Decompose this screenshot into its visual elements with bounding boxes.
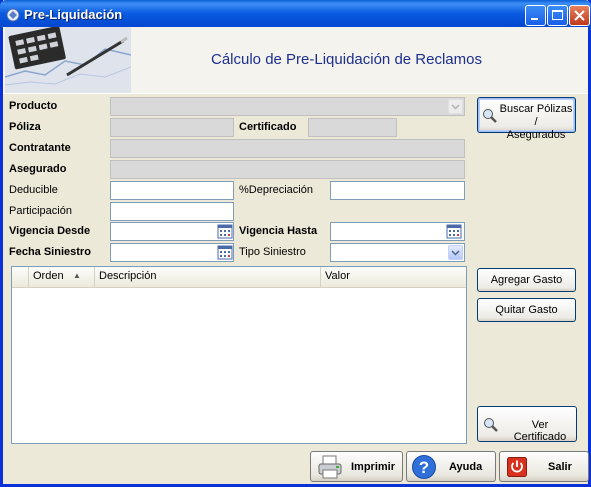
ayuda-button[interactable]: ? Ayuda [406,451,496,482]
vigencia-hasta-label: Vigencia Hasta [239,225,318,237]
close-icon [574,10,585,21]
asegurado-field[interactable] [110,160,465,179]
valor-label: Valor [325,270,350,282]
header-banner: Cálculo de Pre-Liquidación de Reclamos [3,27,588,94]
asegurado-label: Asegurado [9,163,67,175]
ver-certificado-button[interactable]: Ver Certificado [477,406,577,443]
poliza-field[interactable] [110,118,234,137]
fecha-siniestro-label: Fecha Siniestro [9,246,91,258]
participacion-field[interactable] [110,202,234,221]
orden-label: Orden [33,270,64,282]
imprimir-button[interactable]: Imprimir [310,451,403,482]
imprimir-label: Imprimir [351,461,396,473]
producto-select[interactable] [110,97,465,116]
column-header-valor[interactable]: Valor [321,267,466,287]
contratante-field[interactable] [110,139,465,158]
certificado-label: Certificado [239,121,297,133]
calendar-icon[interactable] [217,244,233,260]
fecha-siniestro-field[interactable] [110,243,234,262]
calendar-icon[interactable] [217,223,233,239]
page-title: Cálculo de Pre-Liquidación de Reclamos [211,51,482,68]
row-selector-header [12,267,29,287]
minimize-icon [531,18,538,20]
poliza-label: Póliza [9,121,41,133]
depreciacion-label: %Depreciación [239,184,313,196]
deducible-label: Deducible [9,184,58,196]
chevron-down-icon[interactable] [448,99,463,114]
salir-label: Salir [548,461,572,473]
certificado-field[interactable] [308,118,397,137]
ayuda-label: Ayuda [449,461,483,473]
column-header-orden[interactable]: Orden ▲ [29,267,95,287]
depreciacion-field[interactable] [330,181,465,200]
pre-liquidacion-window: Pre-Liquidación Cálculo de Pre-Liquidaci… [0,0,591,487]
salir-button[interactable]: Salir [499,451,589,482]
participacion-label: Participación [9,205,72,217]
buscar-polizas-button[interactable]: Buscar Pólizas / Asegurados [477,97,576,141]
vigencia-hasta-field[interactable] [330,222,465,241]
ver-certificado-label: Ver Certificado [513,419,567,443]
svg-text:?: ? [419,458,429,477]
contratante-label: Contratante [9,142,71,154]
app-icon [6,8,20,22]
tipo-siniestro-select[interactable] [330,243,465,262]
buscar-polizas-label-2: Asegurados [506,129,566,141]
minimize-button[interactable] [525,5,546,26]
magnifier-icon [484,418,498,432]
producto-label: Producto [9,100,58,112]
maximize-button[interactable] [547,5,568,26]
chevron-down-icon[interactable] [448,245,463,260]
agregar-gasto-label: Agregar Gasto [490,274,563,286]
buscar-polizas-label-1: Buscar Pólizas / [499,103,573,128]
window-title: Pre-Liquidación [24,7,123,22]
sort-ascending-icon: ▲ [73,271,81,280]
magnifier-icon [483,109,497,123]
agregar-gasto-button[interactable]: Agregar Gasto [477,268,576,292]
help-icon: ? [412,455,436,479]
calculator-chart-image [5,27,131,93]
power-off-icon [507,457,527,477]
quitar-gasto-label: Quitar Gasto [495,304,558,316]
descripcion-label: Descripción [99,270,157,282]
grid-header: Orden ▲ Descripción Valor [12,267,466,288]
title-bar[interactable]: Pre-Liquidación [0,0,591,30]
close-button[interactable] [569,5,590,26]
column-header-descripcion[interactable]: Descripción [95,267,321,287]
calendar-icon[interactable] [446,223,462,239]
vigencia-desde-field[interactable] [110,222,234,241]
gastos-grid[interactable]: Orden ▲ Descripción Valor [11,266,467,444]
printer-icon [318,455,342,479]
quitar-gasto-button[interactable]: Quitar Gasto [477,298,576,322]
deducible-field[interactable] [110,181,234,200]
maximize-icon [552,10,563,20]
vigencia-desde-label: Vigencia Desde [9,225,91,237]
tipo-siniestro-label: Tipo Siniestro [239,246,306,258]
